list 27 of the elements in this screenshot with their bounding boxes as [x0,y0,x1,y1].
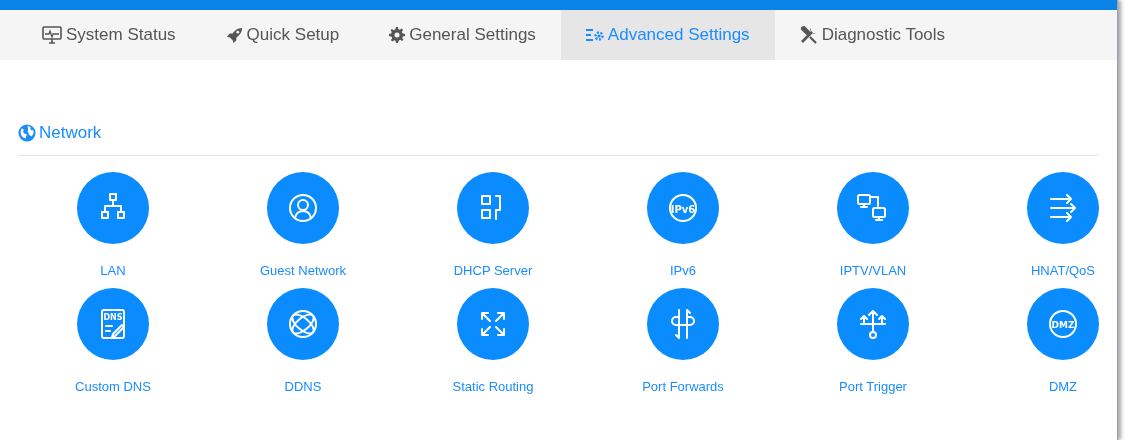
tile-link[interactable]: Custom DNS [75,377,151,397]
tile-link[interactable]: HNAT/QoS [1030,260,1096,280]
globe-icon [18,123,36,142]
tile-link[interactable]: Port Forwards [642,377,724,397]
tile-link[interactable]: DDNS [284,377,322,397]
tile-link[interactable]: DHCP Server [453,260,533,280]
settings-icon [585,28,604,42]
tab[interactable]: System Status [17,10,201,60]
menu-tile-button[interactable]: DNS [77,288,149,360]
tab[interactable]: Quick Setup [200,10,365,60]
tab[interactable]: General Settings [364,10,561,60]
tile-link[interactable]: IPv6 [670,260,696,280]
rocket-icon [225,26,243,44]
tile-link[interactable]: Guest Network [260,260,346,280]
menu-tile-button[interactable]: IPv6 [647,171,719,244]
tab[interactable]: Advanced Settings [560,10,775,60]
monitor-icon [42,26,62,44]
tile-link[interactable]: LAN [100,260,126,280]
tools-icon [799,26,818,44]
tile-link[interactable]: IPTV/VLAN [839,260,907,280]
tab[interactable]: Diagnostic Tools [774,10,971,60]
section-title: Network [39,122,102,144]
tile-link[interactable]: Static Routing [452,377,534,397]
menu-tile-button[interactable]: DMZ [1027,288,1099,360]
gear-icon [389,27,406,43]
tile-link[interactable]: DMZ [1048,377,1078,397]
tile-link[interactable]: Port Trigger [839,377,907,397]
